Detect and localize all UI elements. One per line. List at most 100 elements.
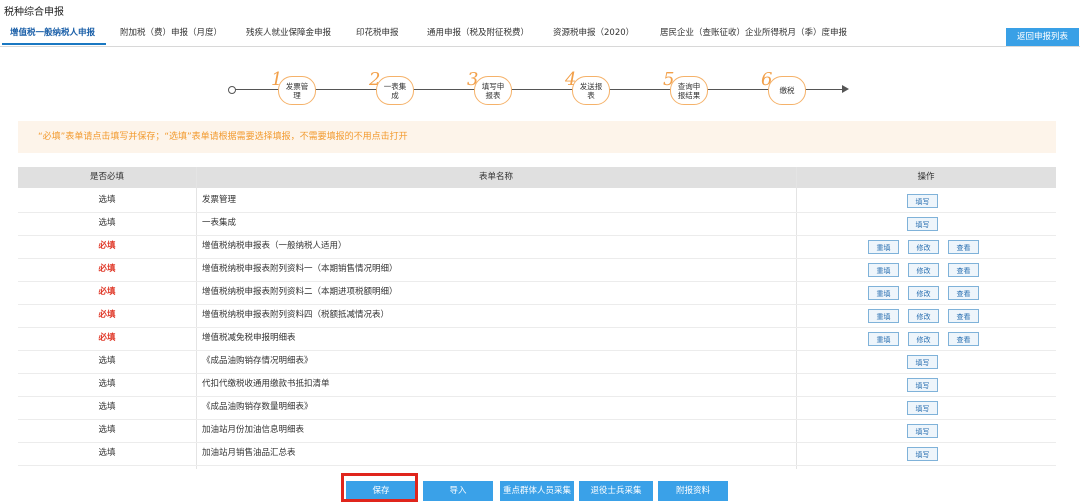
veteran-collection-button[interactable]: 退役士兵采集	[579, 481, 653, 501]
view-button[interactable]: 查看	[948, 263, 979, 277]
fill-button[interactable]: 填写	[907, 401, 938, 415]
step-number: 6	[761, 69, 773, 90]
active-tab-indicator	[2, 43, 106, 45]
view-button[interactable]: 查看	[948, 309, 979, 323]
key-group-collection-button[interactable]: 重点群体人员采集	[500, 481, 574, 501]
form-name-cell: 增值税减免税申报明细表	[202, 333, 296, 343]
table-row: 必填 增值税纳税申报表附列资料四（税额抵减情况表） 重填 修改 查看	[18, 304, 1056, 328]
actions-cell: 填写	[798, 189, 1056, 212]
table-row: 必填 增值税减免税申报明细表 重填 修改 查看	[18, 327, 1056, 351]
tab-stamp-tax[interactable]: 印花税申报	[356, 26, 399, 38]
form-name-cell: 增值税纳税申报表附列资料四（税额抵减情况表）	[202, 310, 390, 320]
refill-button[interactable]: 重填	[868, 240, 899, 254]
edit-button[interactable]: 修改	[908, 286, 939, 300]
table-row: 必填 增值税纳税申报表附列资料一（本期销售情况明细） 重填 修改 查看	[18, 258, 1056, 282]
required-cell: 必填	[98, 264, 116, 274]
actions-cell: 重填 修改 查看	[798, 281, 1056, 304]
tab-vat-general[interactable]: 增值税一般纳税人申报	[10, 26, 95, 38]
form-name-cell: 《成品油购销存数量明细表》	[202, 402, 313, 412]
step-number: 1	[271, 69, 283, 90]
fill-button[interactable]: 填写	[907, 355, 938, 369]
required-cell: 选填	[98, 402, 116, 412]
step-4[interactable]: 4 发送报表	[565, 69, 610, 105]
column-header-required: 是否必填	[89, 172, 124, 182]
tab-general-filing[interactable]: 通用申报（税及附征税费）	[427, 26, 529, 38]
back-to-list-button[interactable]: 返回申报列表	[1006, 28, 1079, 46]
instruction-text: “必填”表单请点击填写并保存；“选填”表单请根据需要选择填报，不需要填报的不用点…	[38, 132, 408, 142]
step-number: 2	[369, 69, 381, 90]
required-cell: 选填	[98, 356, 116, 366]
refill-button[interactable]: 重填	[868, 309, 899, 323]
tab-resource-tax[interactable]: 资源税申报（2020）	[553, 26, 634, 38]
required-cell: 选填	[98, 195, 116, 205]
required-cell: 选填	[98, 425, 116, 435]
step-6[interactable]: 6 缴税	[761, 69, 806, 105]
tab-bar: 增值税一般纳税人申报 附加税（费）申报（月度） 残疾人就业保障金申报 印花税申报…	[0, 20, 1080, 47]
actions-cell: 填写	[798, 212, 1056, 235]
tab-corporate-income-tax[interactable]: 居民企业（查账征收）企业所得税月（季）度申报	[660, 26, 847, 38]
step-label: 发送报表	[579, 81, 603, 100]
step-start-dot	[228, 86, 236, 94]
table-row: 选填 一表集成 填写	[18, 212, 1056, 236]
window-title: 税种综合申报	[4, 7, 64, 18]
table-row: 选填 《成品油购销存数量明细表》 填写	[18, 396, 1056, 420]
window-title-bar: 税种综合申报	[0, 0, 1080, 18]
table-row: 选填 加油站月销售油品汇总表 填写	[18, 442, 1056, 466]
tab-disability-fund[interactable]: 残疾人就业保障金申报	[246, 26, 331, 38]
fill-button[interactable]: 填写	[907, 194, 938, 208]
table-row: 必填 增值税纳税申报表附列资料二（本期进项税额明细） 重填 修改 查看	[18, 281, 1056, 305]
form-name-cell: 加油站月份加油信息明细表	[202, 425, 305, 435]
form-name-cell: 发票管理	[202, 195, 237, 205]
required-cell: 选填	[98, 448, 116, 458]
step-label: 一表集成	[383, 81, 407, 100]
view-button[interactable]: 查看	[948, 332, 979, 346]
refill-button[interactable]: 重填	[868, 263, 899, 277]
fill-button[interactable]: 填写	[907, 378, 938, 392]
table-row: 选填 加油站月份加油信息明细表 填写	[18, 419, 1056, 443]
step-number: 4	[565, 69, 577, 90]
table-header: 是否必填 表单名称 操作	[18, 167, 1056, 188]
edit-button[interactable]: 修改	[908, 309, 939, 323]
form-name-cell: 增值税纳税申报表附列资料一（本期销售情况明细）	[202, 264, 398, 274]
form-name-cell: 加油站月销售油品汇总表	[202, 448, 296, 458]
fill-button[interactable]: 填写	[907, 447, 938, 461]
column-header-form-name: 表单名称	[478, 172, 513, 182]
view-button[interactable]: 查看	[948, 240, 979, 254]
actions-cell: 填写	[798, 396, 1056, 419]
fill-button[interactable]: 填写	[907, 217, 938, 231]
step-2[interactable]: 2 一表集成	[369, 69, 414, 105]
step-number: 5	[663, 69, 675, 90]
table-row: 选填 《成品油购销存情况明细表》 填写	[18, 350, 1056, 374]
attachments-button[interactable]: 附报资料	[658, 481, 728, 501]
table-row: 选填 代扣代缴税收通用缴款书抵扣清单 填写	[18, 373, 1056, 397]
step-label: 查询申报结果	[677, 81, 701, 100]
edit-button[interactable]: 修改	[908, 332, 939, 346]
actions-cell: 填写	[798, 350, 1056, 373]
form-name-cell: 《成品油购销存情况明细表》	[202, 356, 313, 366]
actions-cell: 重填 修改 查看	[798, 304, 1056, 327]
tab-surcharge[interactable]: 附加税（费）申报（月度）	[120, 26, 222, 38]
edit-button[interactable]: 修改	[908, 263, 939, 277]
step-label: 缴税	[779, 86, 795, 95]
step-5[interactable]: 5 查询申报结果	[663, 69, 708, 105]
step-connector-line	[235, 89, 845, 90]
actions-cell: 重填 修改 查看	[798, 235, 1056, 258]
column-header-actions: 操作	[917, 172, 935, 182]
actions-cell: 重填 修改 查看	[798, 327, 1056, 350]
fill-button[interactable]: 填写	[907, 424, 938, 438]
required-cell: 选填	[98, 218, 116, 228]
actions-cell: 填写	[798, 419, 1056, 442]
refill-button[interactable]: 重填	[868, 332, 899, 346]
step-label: 填写申报表	[481, 81, 505, 100]
edit-button[interactable]: 修改	[908, 240, 939, 254]
required-cell: 必填	[98, 333, 116, 343]
view-button[interactable]: 查看	[948, 286, 979, 300]
step-3[interactable]: 3 填写申报表	[467, 69, 512, 105]
required-cell: 选填	[98, 379, 116, 389]
save-highlight-box	[341, 473, 418, 502]
import-button[interactable]: 导入	[423, 481, 493, 501]
refill-button[interactable]: 重填	[868, 286, 899, 300]
table-row: 选填 发票管理 填写	[18, 189, 1056, 213]
required-cell: 必填	[98, 241, 116, 251]
step-1[interactable]: 1 发票管理	[271, 69, 316, 105]
